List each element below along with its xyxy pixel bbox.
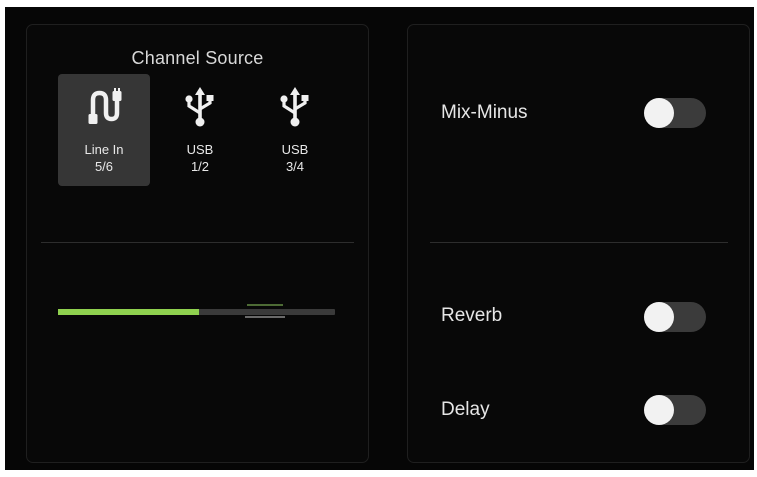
mixer-screen: Channel Source Line In 5/6 USB 1/2 USB 3… (5, 7, 754, 470)
reverb-label: Reverb (441, 305, 503, 326)
divider (41, 242, 354, 243)
effects-panel: Mix-Minus Reverb Delay (407, 24, 750, 463)
divider (430, 242, 728, 243)
toggle-knob (644, 98, 674, 128)
mix-minus-toggle[interactable] (644, 98, 706, 128)
level-meter (58, 309, 335, 315)
delay-toggle[interactable] (644, 395, 706, 425)
usb-icon (249, 86, 341, 128)
source-label-line2: 5/6 (94, 159, 114, 174)
source-label-line2: 1/2 (190, 159, 210, 174)
channel-source-panel: Channel Source Line In 5/6 USB 1/2 USB 3… (26, 24, 369, 463)
source-label-line1: USB (186, 142, 214, 157)
channel-source-title: Channel Source (131, 48, 264, 68)
delay-label: Delay (441, 399, 490, 420)
level-meter-fill (58, 309, 200, 315)
source-label-line1: USB (281, 142, 309, 157)
source-label-line2: 3/4 (285, 159, 305, 174)
source-button-usb-1-2[interactable]: USB 1/2 (154, 74, 246, 186)
toggle-knob (644, 395, 674, 425)
cable-icon (58, 86, 150, 128)
source-label-line1: Line In (84, 142, 124, 157)
mix-minus-label: Mix-Minus (441, 102, 528, 123)
source-button-usb-3-4[interactable]: USB 3/4 (249, 74, 341, 186)
usb-icon (154, 86, 246, 128)
meter-peak-indicator (245, 304, 285, 320)
app-frame: Channel Source Line In 5/6 USB 1/2 USB 3… (0, 0, 757, 477)
source-button-line-in-5-6[interactable]: Line In 5/6 (58, 74, 150, 186)
reverb-toggle[interactable] (644, 302, 706, 332)
toggle-knob (644, 302, 674, 332)
